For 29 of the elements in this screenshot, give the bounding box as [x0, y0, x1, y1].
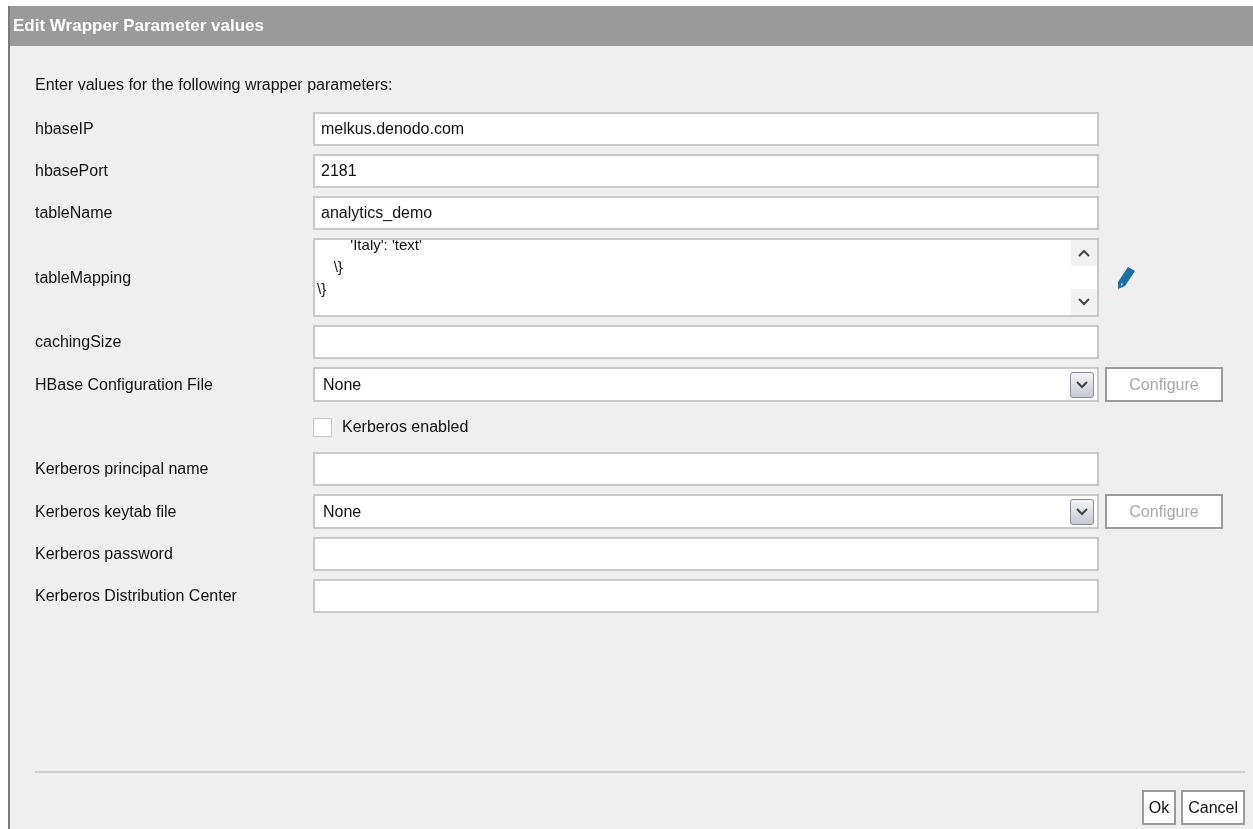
scroll-up-icon[interactable] — [1078, 249, 1090, 257]
text-field[interactable]: 2181 — [313, 154, 1099, 188]
text-field[interactable] — [313, 579, 1099, 613]
dropdown[interactable]: None — [313, 367, 1099, 402]
field-label: hbaseIP — [35, 120, 95, 138]
field-label: cachingSize — [35, 333, 123, 351]
dialog-title: Edit Wrapper Parameter values — [10, 6, 1253, 46]
text-field[interactable] — [313, 325, 1099, 359]
text-field[interactable]: melkus.denodo.com — [313, 112, 1099, 146]
scroll-down-icon[interactable] — [1078, 298, 1090, 306]
dropdown[interactable]: None — [313, 494, 1099, 529]
field-label: hbasePort — [35, 162, 109, 180]
text-field[interactable] — [313, 537, 1099, 571]
cancel-button[interactable]: Cancel — [1181, 790, 1245, 825]
intro-text: Enter values for the following wrapper parameters: — [35, 76, 394, 94]
field-label: HBase Configuration File — [35, 375, 214, 394]
text-field[interactable] — [313, 452, 1099, 486]
field-label: Kerberos principal name — [35, 460, 210, 478]
pencil-icon[interactable] — [1116, 265, 1136, 290]
field-label: tableMapping — [35, 268, 133, 287]
field-label: Kerberos password — [35, 545, 174, 563]
ok-button[interactable]: Ok — [1141, 790, 1177, 825]
text-field[interactable]: analytics_demo — [313, 196, 1099, 230]
field-label: tableName — [35, 204, 114, 222]
field-label: Kerberos keytab file — [35, 502, 178, 521]
checkbox[interactable] — [313, 417, 332, 437]
checkbox-label: Kerberos enabled — [342, 418, 469, 436]
field-label: Kerberos Distribution Center — [35, 587, 238, 605]
text-area[interactable]: 'Italy': 'text' \} \} — [313, 238, 1099, 317]
